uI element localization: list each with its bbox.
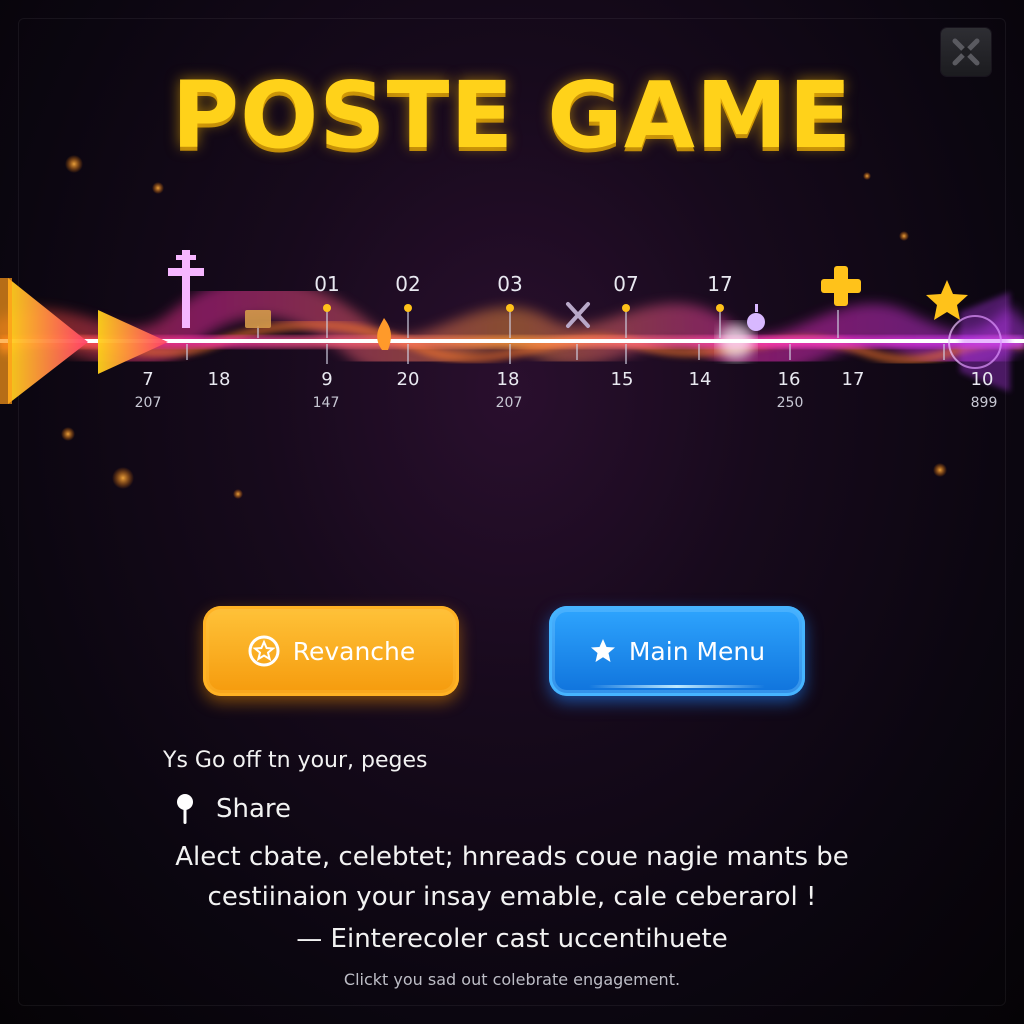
marker-label: 03 [497, 272, 522, 296]
game-over-screen: POSTE GAME 01 02 03 07 17 7 18 9 20 18 1… [0, 0, 1024, 1024]
marker-label: 17 [707, 272, 732, 296]
share-prompt: Ys Go off tn your, peges [163, 748, 428, 773]
marker-label: 01 [314, 272, 339, 296]
track-number: 7 [142, 369, 153, 390]
message-line: cestiinaion your insay emable, cale cebe… [207, 882, 817, 912]
track-number: 15 [611, 369, 634, 390]
marker-label: 02 [395, 272, 420, 296]
rematch-button[interactable]: Revanche [203, 606, 459, 696]
track-number: 18 [497, 369, 520, 390]
plus-icon [821, 266, 861, 306]
message-line: — Einterecoler cast uccentihuete [296, 924, 728, 954]
footer-text: Clickt you sad out colebrate engagement. [343, 970, 681, 989]
rematch-button-label: Revanche [292, 636, 416, 666]
track-number: 16 [778, 369, 801, 390]
progress-track: 01 02 03 07 17 7 18 9 20 18 15 14 16 17 … [0, 155, 1024, 499]
track-subnumber: 207 [135, 395, 162, 411]
sword-icon [566, 302, 590, 328]
star-circle-icon [248, 635, 280, 667]
track-subnumber: 147 [313, 395, 340, 411]
flag-icon [245, 310, 271, 328]
marker-label: 07 [613, 272, 638, 296]
message-line: Alect cbate, celebtet; hnreads coue nagi… [175, 842, 849, 872]
main-menu-button-label: Main Menu [628, 636, 766, 666]
track-number: 18 [208, 369, 231, 390]
share-button[interactable]: Share [170, 792, 291, 826]
share-label: Share [216, 794, 292, 824]
track-number: 14 [689, 369, 712, 390]
track-subnumber: 207 [496, 395, 523, 411]
pin-icon [177, 794, 193, 824]
apple-icon [747, 304, 765, 331]
star-icon [590, 639, 615, 662]
track-number: 20 [397, 369, 420, 390]
track-number: 10 [971, 369, 994, 390]
track-number: 9 [321, 369, 332, 390]
track-subnumber: 250 [777, 395, 804, 411]
track-subnumber: 899 [971, 395, 998, 411]
track-number: 17 [842, 369, 865, 390]
flame-icon [377, 318, 391, 350]
main-menu-button[interactable]: Main Menu [549, 606, 805, 696]
button-shine [589, 685, 765, 688]
